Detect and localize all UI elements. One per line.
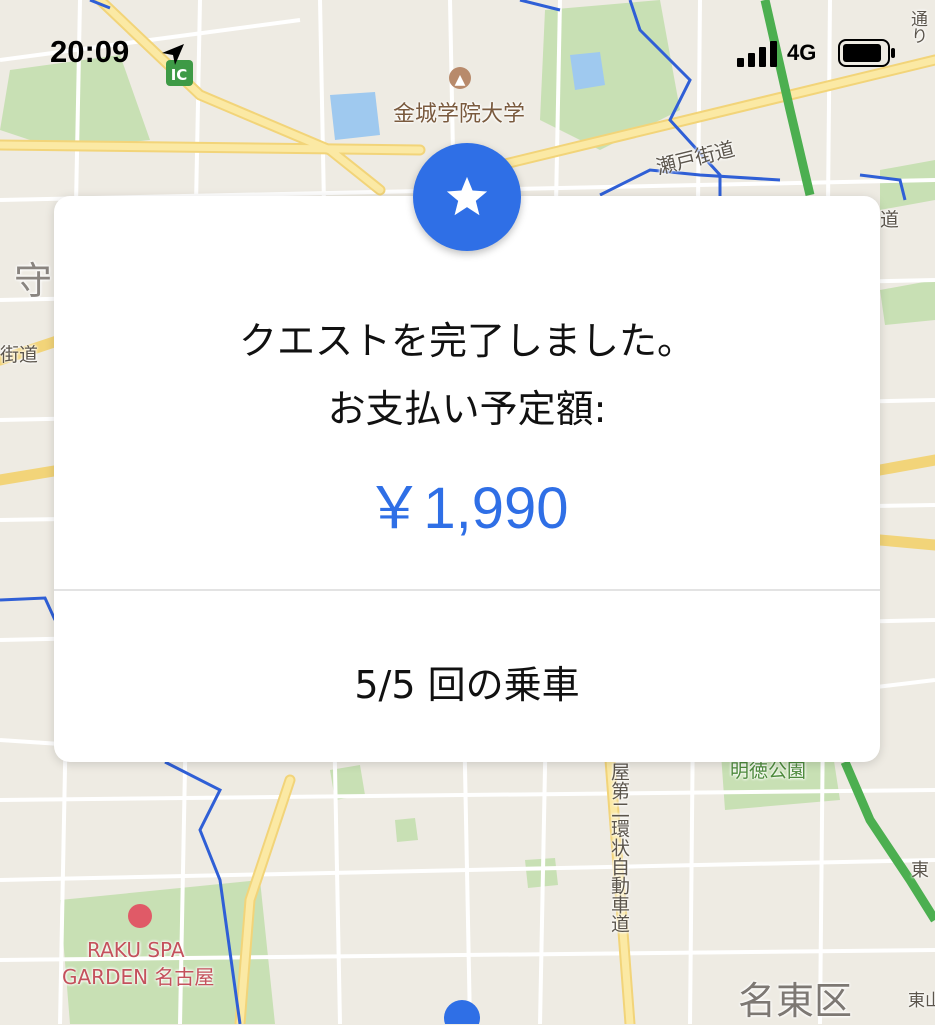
divider bbox=[54, 589, 880, 591]
map-label-kaido-left: 街道 bbox=[0, 344, 39, 366]
star-icon bbox=[446, 176, 488, 216]
payment-label: お支払い予定額: bbox=[327, 387, 607, 431]
map-label-ring-road: 屋第二環状自動車道 bbox=[608, 762, 630, 933]
payment-amount: ￥1,990 bbox=[365, 476, 569, 541]
map-label-university: 金城学院大学 bbox=[393, 102, 526, 127]
location-arrow-icon bbox=[162, 44, 184, 65]
map-label-east-bottom: 東山 bbox=[908, 991, 935, 1011]
map-label-east-partial: 東 bbox=[908, 860, 929, 878]
ride-count: 5/5 回の乗車 bbox=[354, 663, 580, 707]
map-label-raku-spa-1: RAKU SPA bbox=[87, 938, 185, 962]
status-time: 20:09 bbox=[50, 34, 130, 69]
battery-icon bbox=[838, 39, 895, 67]
status-bar: 20:09 4G bbox=[0, 0, 935, 100]
map-label-mori: 守 bbox=[14, 259, 53, 303]
map-label-raku-spa-2: GARDEN 名古屋 bbox=[62, 965, 215, 989]
map-label-michi-right: 道 bbox=[880, 209, 900, 231]
map-label-meito-ku: 名東区 bbox=[738, 979, 853, 1023]
cellular-signal-icon bbox=[737, 41, 777, 67]
star-badge bbox=[413, 143, 521, 251]
quest-complete-dialog: クエストを完了しました。 お支払い予定額: ￥1,990 5/5 回の乗車 bbox=[54, 196, 880, 762]
network-type: 4G bbox=[787, 40, 817, 65]
quest-complete-message: クエストを完了しました。 bbox=[238, 319, 695, 363]
